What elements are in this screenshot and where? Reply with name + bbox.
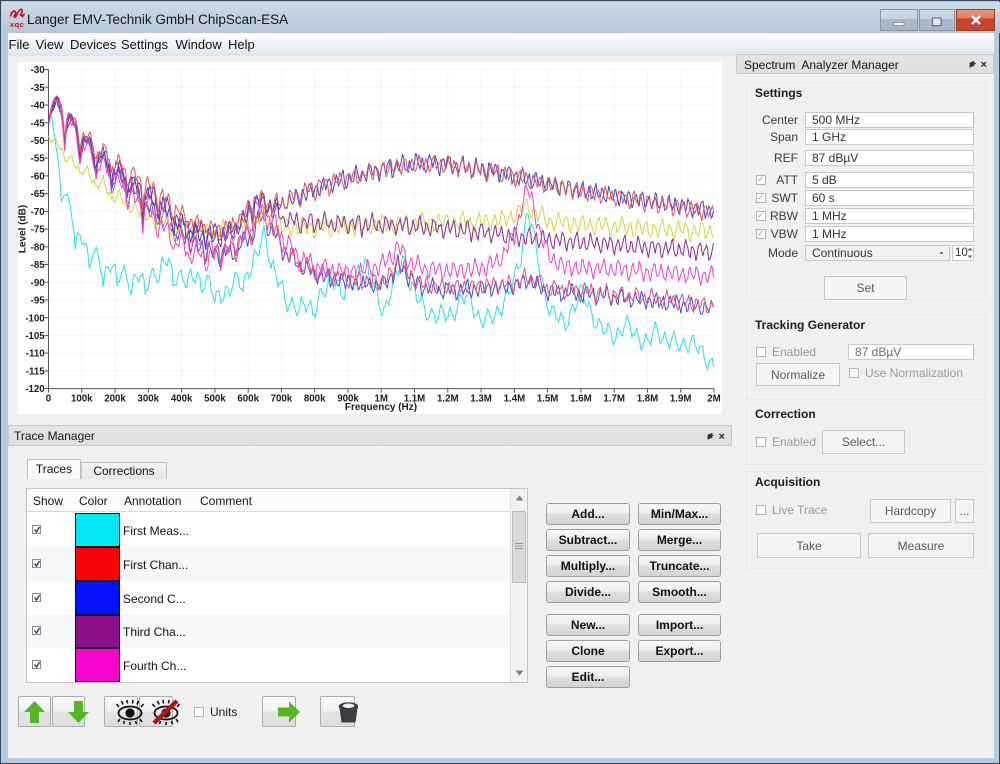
svg-text:-115: -115 [26, 367, 45, 378]
svg-text:1.6M: 1.6M [570, 394, 592, 405]
svg-text:-65: -65 [31, 189, 46, 200]
svg-text:-45: -45 [31, 118, 46, 129]
svg-text:-50: -50 [31, 136, 45, 147]
svg-text:0: 0 [46, 394, 51, 405]
svg-text:1.9M: 1.9M [670, 394, 692, 405]
svg-text:1.5M: 1.5M [537, 394, 559, 405]
svg-text:1.2M: 1.2M [437, 394, 459, 405]
svg-text:800k: 800k [304, 394, 326, 405]
svg-text:100k: 100k [71, 394, 93, 405]
svg-text:400k: 400k [171, 394, 193, 405]
svg-text:-100: -100 [25, 313, 44, 324]
svg-text:-95: -95 [31, 296, 46, 307]
svg-text:1.3M: 1.3M [470, 394, 492, 405]
svg-text:Frequency (Hz): Frequency (Hz) [345, 402, 417, 413]
svg-text:-85: -85 [31, 260, 46, 271]
svg-text:600k: 600k [237, 394, 259, 405]
svg-text:700k: 700k [271, 394, 293, 405]
svg-text:xqc: xqc [10, 20, 24, 29]
svg-text:1.7M: 1.7M [603, 394, 625, 405]
svg-text:-60: -60 [31, 172, 45, 183]
svg-text:-110: -110 [26, 349, 45, 360]
svg-text:-120: -120 [25, 384, 44, 395]
svg-text:500k: 500k [204, 394, 226, 405]
svg-text:200k: 200k [104, 394, 126, 405]
svg-text:300k: 300k [138, 394, 160, 405]
svg-text:-90: -90 [31, 278, 45, 289]
svg-text:1.4M: 1.4M [504, 394, 526, 405]
svg-text:-105: -105 [25, 331, 45, 342]
svg-text:-35: -35 [31, 83, 46, 94]
svg-text:-30: -30 [31, 65, 45, 76]
svg-text:-70: -70 [31, 207, 45, 218]
svg-text:-40: -40 [31, 101, 45, 112]
svg-text:1.8M: 1.8M [637, 394, 659, 405]
svg-text:2M: 2M [707, 394, 720, 405]
svg-text:-80: -80 [31, 242, 45, 253]
svg-text:Level (dB): Level (dB) [18, 205, 29, 253]
svg-text:-75: -75 [31, 225, 46, 236]
svg-text:-55: -55 [31, 154, 46, 165]
